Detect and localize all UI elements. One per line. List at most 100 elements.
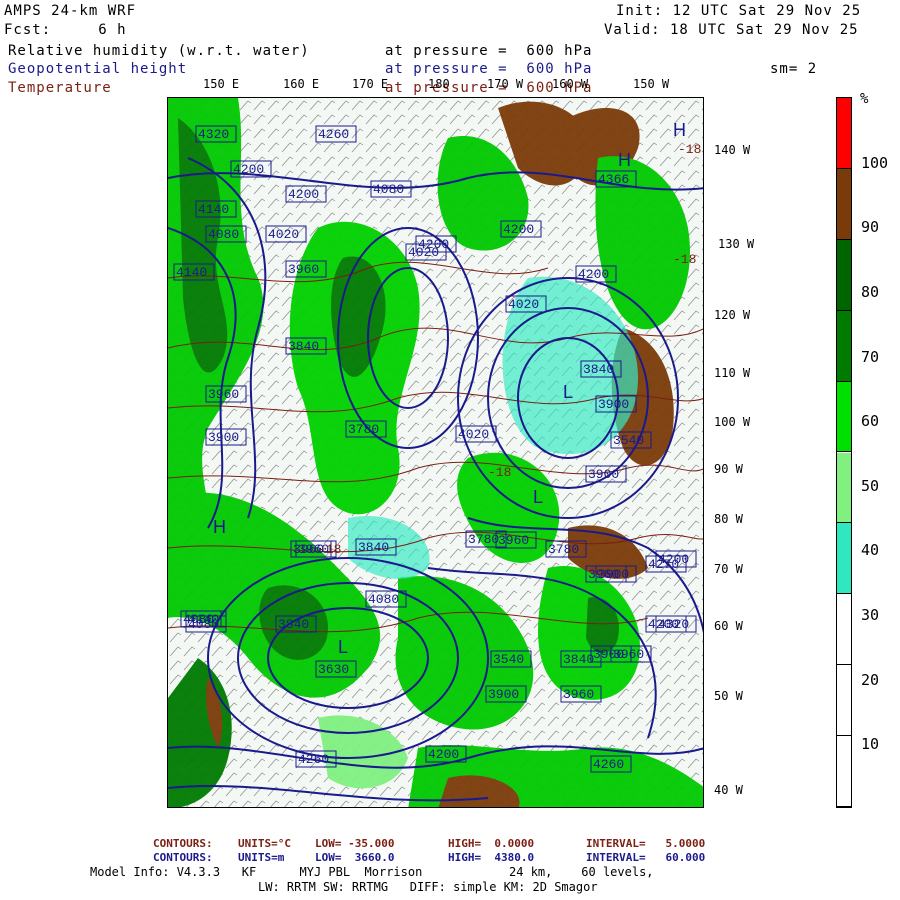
colorbar-unit: % — [860, 91, 869, 107]
height-label: 3540 — [493, 652, 524, 667]
height-label: 3840 — [278, 617, 309, 632]
lat-label: 70 W — [714, 562, 743, 576]
pressure-center: L — [563, 382, 573, 402]
lat-label: 130 W — [718, 237, 755, 251]
pressure-center: H — [213, 517, 226, 537]
height-label: 4366 — [598, 172, 629, 187]
lat-label: 60 W — [714, 619, 743, 633]
height-label: 3630 — [318, 662, 349, 677]
height-label: 4080 — [373, 182, 404, 197]
map-canvas: H H H L L L 4320 4200 4260 4200 4080 4140 4080… — [168, 98, 703, 807]
lon-label: 160 W — [552, 77, 589, 91]
colorbar-tick-label: 70 — [861, 347, 880, 366]
lon-label: 170 E — [352, 77, 389, 91]
height-label: 3900 — [488, 687, 519, 702]
pressure-center: H — [618, 150, 631, 170]
lon-label: 160 E — [283, 77, 320, 91]
colorbar-tick-label: 20 — [861, 670, 880, 689]
colorbar-segment — [837, 452, 851, 524]
height-label: 3540 — [613, 433, 644, 448]
height-label: 4020 — [268, 227, 299, 242]
height-label: 3900 — [588, 467, 619, 482]
colorbar-tick-label: 30 — [861, 606, 880, 625]
smoothing: sm= 2 — [770, 61, 818, 77]
field-rh-name: Relative humidity (w.r.t. water) — [8, 43, 310, 59]
height-label: 4140 — [198, 202, 229, 217]
colorbar-segment — [837, 239, 851, 311]
map-panel: H H H L L L 4320 4200 4260 4200 4080 4140 4080… — [167, 97, 704, 808]
height-label: 3840 — [583, 362, 614, 377]
field-rh-pressure: at pressure = 600 hPa — [385, 43, 593, 59]
colorbar-tick-label: 40 — [861, 541, 880, 560]
field-height-pressure: at pressure = 600 hPa — [385, 61, 593, 77]
height-label: 4200 — [503, 222, 534, 237]
colorbar-segment — [837, 594, 851, 666]
height-label: 4200 — [428, 747, 459, 762]
lat-label: 40 W — [714, 783, 743, 797]
height-label: 3780 — [468, 532, 499, 547]
model-info: Model Info: V4.3.3 KF MYJ PBL Morrison 2… — [90, 865, 654, 879]
temp-contour-high: HIGH= 0.0000 — [448, 837, 535, 850]
pressure-center: H — [673, 120, 686, 140]
temp-contour-units: UNITS=°C — [238, 837, 291, 850]
height-label: 4320 — [198, 127, 229, 142]
height-label: 4200 — [288, 187, 319, 202]
colorbar-segment — [837, 381, 851, 453]
temp-label: -18 — [673, 252, 696, 267]
height-contour-label: CONTOURS: — [153, 851, 213, 864]
colorbar-segment — [837, 736, 851, 807]
pressure-center: L — [533, 487, 543, 507]
height-contour-high: HIGH= 4380.0 — [448, 851, 535, 864]
model-title: AMPS 24-km WRF — [4, 3, 137, 19]
height-label: 4080 — [183, 612, 214, 627]
lat-label: 120 W — [714, 308, 751, 322]
lat-label: 50 W — [714, 689, 743, 703]
height-label: 4200 — [578, 267, 609, 282]
height-label: 3900 — [208, 430, 239, 445]
lat-label: 140 W — [714, 143, 751, 157]
colorbar-tick-label: 90 — [861, 218, 880, 237]
temp-contour-interval: INTERVAL= 5.0000 — [586, 837, 706, 850]
lat-label: 110 W — [714, 366, 751, 380]
height-label: 3780 — [548, 542, 579, 557]
field-height-name: Geopotential height — [8, 61, 188, 77]
height-label: 3960 — [498, 533, 529, 548]
lat-label: 80 W — [714, 512, 743, 526]
colorbar — [836, 97, 852, 808]
pressure-center: L — [338, 637, 348, 657]
height-label: 4260 — [593, 757, 624, 772]
height-label: 3780 — [348, 422, 379, 437]
lon-label: 170 W — [487, 77, 524, 91]
temp-label: -18 — [318, 542, 341, 557]
height-label: 4270 — [648, 557, 679, 572]
height-label: 3840 — [288, 339, 319, 354]
height-label: 4260 — [318, 127, 349, 142]
temp-label: -18 — [678, 142, 701, 157]
height-label: 4020 — [458, 427, 489, 442]
valid-time: Valid: 18 UTC Sat 29 Nov 25 — [604, 22, 859, 38]
height-label: 4080 — [208, 227, 239, 242]
init-time: Init: 12 UTC Sat 29 Nov 25 — [616, 3, 862, 19]
height-label: 4140 — [176, 265, 207, 280]
height-label: 3840 — [358, 540, 389, 555]
forecast-hour: Fcst: 6 h — [4, 22, 127, 38]
lon-label: 150 W — [633, 77, 670, 91]
height-label: 4260 — [298, 752, 329, 767]
lon-label: 150 E — [203, 77, 240, 91]
lat-label: 90 W — [714, 462, 743, 476]
height-label: 3900 — [598, 397, 629, 412]
colorbar-segment — [837, 168, 851, 240]
colorbar-segment — [837, 310, 851, 382]
lat-label: 100 W — [714, 415, 751, 429]
temp-contour-low: LOW= -35.000 — [315, 837, 395, 850]
colorbar-tick-label: 10 — [861, 735, 880, 754]
height-label: 3960 — [288, 262, 319, 277]
colorbar-segment — [837, 98, 851, 169]
height-label: 4080 — [368, 592, 399, 607]
lon-label: 180 — [428, 77, 450, 91]
height-label: 4200 — [648, 617, 679, 632]
height-label: 3960 — [588, 567, 619, 582]
colorbar-segment — [837, 665, 851, 737]
height-contour-low: LOW= 3660.0 — [315, 851, 395, 864]
colorbar-tick-label: 80 — [861, 282, 880, 301]
